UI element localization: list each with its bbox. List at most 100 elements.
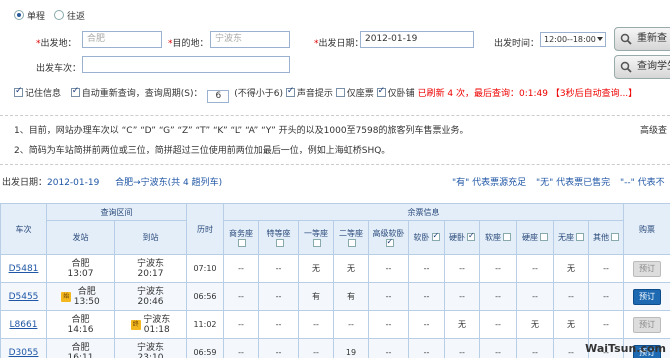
seat-soft-sleeper-cell: -- (408, 282, 445, 311)
train-cell: D3055 (0, 338, 47, 358)
header-special-label: 特等座 (266, 228, 291, 238)
filter-business-checkbox[interactable] (238, 238, 246, 247)
legend-no: "无" 代表票已售完 (536, 178, 611, 188)
filter-adv-soft-sleeper-checkbox[interactable] (385, 237, 394, 247)
duration-cell: 06:56 (186, 282, 224, 311)
train-number-link[interactable]: L8661 (10, 320, 38, 330)
filter-soft-seat-checkbox[interactable] (503, 233, 511, 241)
legend-dash: "--" 代表不 (620, 178, 665, 188)
header-to: 到站 (114, 220, 187, 255)
seat-adv-soft-sleeper-cell: -- (368, 282, 409, 311)
to-cell: 宁波东 20:17 (114, 254, 187, 283)
oneway-radio[interactable] (14, 10, 24, 20)
duration-cell: 06:59 (186, 338, 224, 358)
options-row: 记住信息 自动重新查询，查询周期(S)： 6 (不得小于6) 声音提示 仅座票 … (14, 86, 637, 103)
from-station: 合肥 (77, 286, 96, 297)
trip-type-oneway[interactable]: 单程 (14, 9, 45, 22)
from-time: 13:07 (67, 268, 94, 279)
student-query-button[interactable]: 查询学生 (614, 55, 670, 79)
header-train: 车次 (0, 203, 47, 255)
seat-first-cell: 有 (298, 282, 334, 311)
only-seat-label: 仅座票 (346, 89, 374, 99)
trip-type-roundtrip[interactable]: 往返 (54, 9, 85, 22)
seat-adv-soft-sleeper-cell: -- (368, 338, 409, 358)
only-sleeper-checkbox[interactable] (376, 86, 386, 97)
seat-second-cell: 无 (333, 254, 369, 283)
roundtrip-radio[interactable] (54, 10, 64, 20)
duration-cell: 11:02 (186, 310, 224, 339)
header-duration: 历时 (186, 203, 224, 255)
header-book: 购票 (623, 203, 670, 255)
book-button[interactable]: 预订 (633, 288, 661, 305)
book-cell: 预订 (623, 254, 670, 283)
time-select[interactable]: 12:00--18:00 (540, 32, 606, 47)
from-station: 合肥 (71, 258, 90, 269)
requery-button[interactable]: 重新查 (614, 27, 670, 51)
period-hint: (不得小于6) (234, 89, 284, 99)
seat-hard-seat-cell: 无 (516, 310, 554, 339)
train-number-link[interactable]: D5481 (9, 264, 39, 274)
to-station: 宁波东 (136, 286, 164, 297)
train-cell: D5455 (0, 282, 47, 311)
date-input[interactable]: 2012-01-19 (360, 31, 474, 48)
end-station-badge: 终 (130, 319, 141, 330)
train-number-link[interactable]: D3055 (9, 348, 39, 358)
header-soft-sleeper: 软卧 (408, 220, 445, 255)
book-cell: 预订 (623, 310, 670, 339)
seat-business-cell: -- (223, 338, 259, 358)
to-label: *目的地： (168, 39, 209, 49)
train-number-link[interactable]: D5455 (9, 292, 39, 302)
seat-first-cell: -- (298, 338, 334, 358)
book-button: 预订 (633, 260, 661, 277)
header-no-seat-label: 无座 (558, 233, 574, 242)
requery-button-label: 重新查 (637, 33, 667, 44)
advanced-query-link[interactable]: 高级查 (640, 123, 667, 136)
seat-other-cell: -- (588, 282, 624, 311)
from-time: 14:16 (67, 324, 94, 335)
refresh-status: 已刷新 4 次，最后查询：0:1:49 (417, 89, 548, 99)
filter-soft-sleeper-checkbox[interactable] (431, 231, 440, 241)
time-select-value: 12:00--18:00 (544, 35, 596, 44)
auto-requery-label: 自动重新查询，查询周期(S)： (81, 89, 203, 99)
seat-soft-sleeper-cell: -- (408, 310, 445, 339)
sound-checkbox[interactable] (285, 86, 295, 97)
remember-checkbox[interactable] (14, 86, 23, 97)
filter-no-seat-checkbox[interactable] (576, 233, 584, 241)
period-input[interactable]: 6 (207, 90, 230, 103)
filter-hard-sleeper-checkbox[interactable] (467, 231, 475, 241)
from-cell: 合肥 14:16 (46, 310, 115, 339)
filter-other-checkbox[interactable] (611, 233, 619, 241)
date-label: *出发日期： (314, 39, 364, 49)
seat-first-cell: 无 (298, 254, 334, 283)
table-row: D5481 合肥 13:07 宁波东 20:17 07:10 -- -- 无无 -- -- -- -- -… (0, 254, 670, 283)
filter-second-checkbox[interactable] (348, 238, 356, 247)
train-no-label: 出发车次： (36, 64, 82, 74)
to-cell: 宁波东 23:10 (114, 338, 187, 358)
auto-requery-checkbox[interactable] (70, 86, 80, 97)
from-station-input[interactable]: 合肥 (82, 31, 162, 48)
table-row: D3055 合肥 16:11 宁波东 23:10 06:59 -- -- -- 19 -- -- -- -… (0, 338, 670, 358)
train-no-input[interactable] (82, 56, 290, 73)
countdown-status: 【3秒后自动查询...】 (550, 89, 638, 99)
header-second: 二等座 (333, 220, 369, 255)
seat-other-cell: -- (588, 254, 624, 283)
seat-business-cell: -- (223, 254, 259, 283)
book-cell: 预订 (623, 282, 670, 311)
from-cell: 合肥 16:11 (46, 338, 115, 358)
to-station-input[interactable]: 宁波东 (210, 31, 290, 48)
summary-date-label: 出发日期： (2, 178, 48, 188)
seat-hard-seat-cell: -- (516, 254, 554, 283)
seat-no-seat-cell: -- (553, 282, 589, 311)
filter-hard-seat-checkbox[interactable] (540, 233, 548, 241)
seat-hard-seat-cell: -- (516, 338, 554, 358)
notice-line-1: 1、目前，网站办理车次以 “C” “D” “G” “Z” “T” “K” “L”… (14, 126, 469, 136)
results-body: D5481 合肥 13:07 宁波东 20:17 07:10 -- -- 无无 -- -- -- -- -… (0, 254, 670, 358)
seat-business-cell: -- (223, 310, 259, 339)
seat-hard-sleeper-cell: 无 (444, 310, 480, 339)
header-special: 特等座 (258, 220, 299, 255)
only-seat-checkbox[interactable] (335, 88, 345, 97)
train-cell: L8661 (0, 310, 47, 339)
filter-first-checkbox[interactable] (313, 238, 321, 247)
seat-second-cell: 有 (333, 282, 369, 311)
filter-special-checkbox[interactable] (275, 238, 284, 247)
